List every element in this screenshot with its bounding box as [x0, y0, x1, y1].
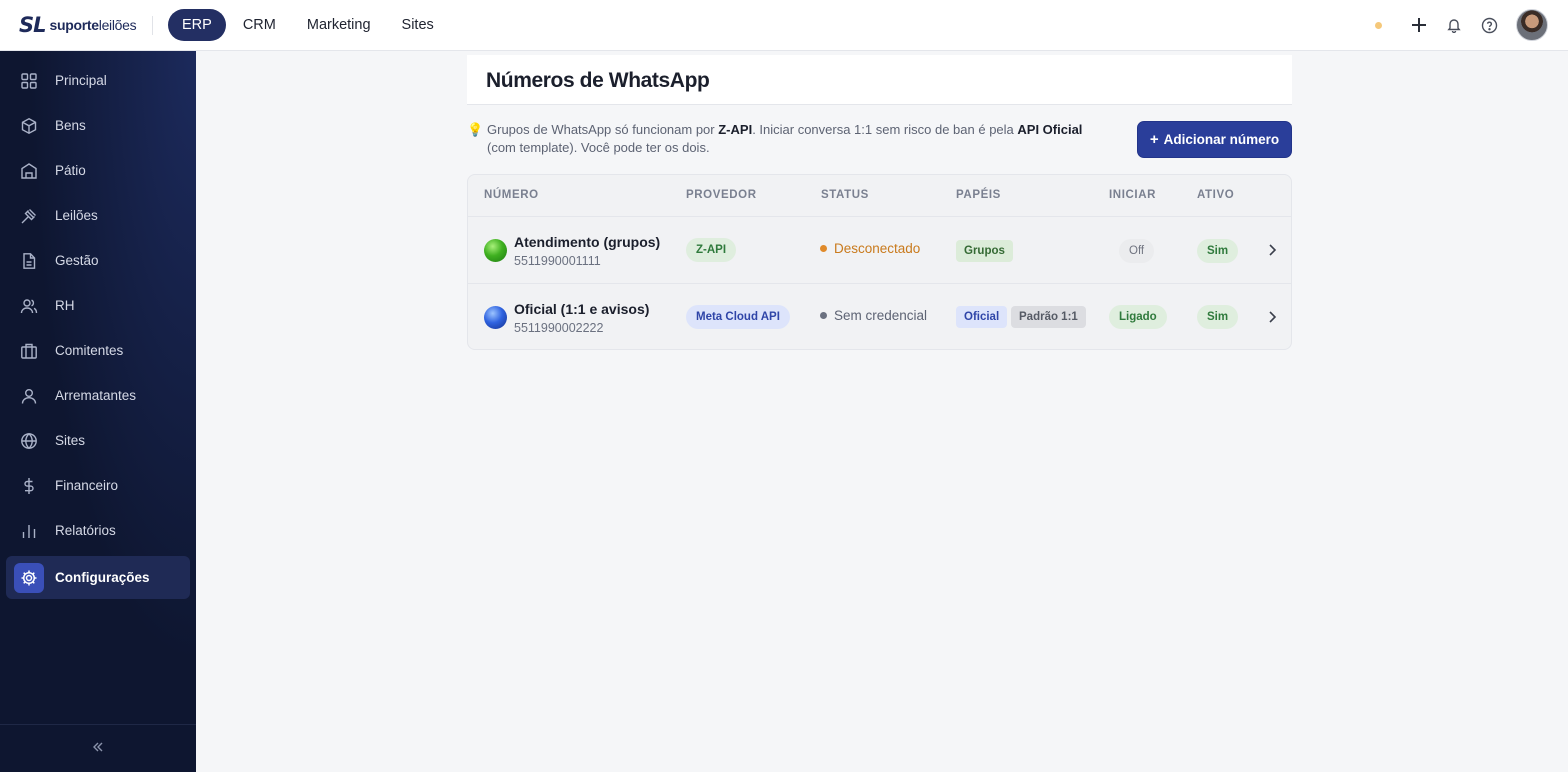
sidebar-item-label: Gestão	[55, 253, 99, 268]
col-header-ativo[interactable]: Ativo	[1197, 189, 1234, 201]
divider	[152, 16, 153, 35]
sidebar-item-principal[interactable]: Principal	[6, 59, 190, 102]
info-tip: 💡 Grupos de WhatsApp só funcionam por Z-…	[467, 121, 1087, 157]
sidebar-item-configuracoes[interactable]: Configurações	[6, 556, 190, 599]
topnav-crm[interactable]: CRM	[229, 9, 290, 41]
sidebar-item-label: Bens	[55, 118, 86, 133]
grid-icon	[19, 71, 39, 91]
status-text: Desconectado	[834, 241, 921, 256]
chevron-right-icon[interactable]	[1265, 309, 1279, 325]
collapse-sidebar-button[interactable]	[0, 724, 196, 772]
sidebar-item-label: Arrematantes	[55, 388, 137, 403]
sidebar-item-rh[interactable]: RH	[6, 284, 190, 327]
sidebar-item-comitentes[interactable]: Comitentes	[6, 329, 190, 372]
brand-mark: SL	[19, 13, 46, 37]
numbers-table: Número Provedor Status Papéis Iniciar At…	[467, 174, 1292, 350]
provider-badge: Z-API	[686, 238, 737, 262]
phone-number: 5511990001111	[514, 254, 601, 268]
table-row[interactable]: Atendimento (grupos) 5511990001111 Z-API…	[468, 216, 1291, 283]
sidebar-item-label: Configurações	[55, 570, 150, 585]
role-tag: Oficial	[956, 306, 1008, 328]
role-tag: Padrão 1:1	[1011, 306, 1086, 328]
lightbulb-icon: 💡	[467, 122, 484, 137]
brand-name: suporteleilões	[49, 17, 137, 33]
sidebar-item-label: Principal	[55, 73, 107, 88]
number-name: Oficial (1:1 e avisos)	[514, 301, 650, 317]
box-icon	[19, 116, 39, 136]
tip-text: Grupos de WhatsApp só funcionam por Z-AP…	[487, 122, 1083, 155]
sidebar-item-label: Pátio	[55, 163, 86, 178]
topnav-sites[interactable]: Sites	[388, 9, 448, 41]
sidebar: Principal Bens Pátio Leilões Gestão RH C…	[0, 51, 196, 772]
gear-icon	[14, 562, 44, 593]
sidebar-item-sites[interactable]: Sites	[6, 419, 190, 462]
sidebar-item-financeiro[interactable]: Financeiro	[6, 464, 190, 507]
role-tag: Grupos	[956, 240, 1013, 262]
warehouse-icon	[19, 161, 39, 181]
sidebar-item-patio[interactable]: Pátio	[6, 149, 190, 192]
col-header-iniciar[interactable]: Iniciar	[1109, 189, 1156, 201]
sidebar-item-gestao[interactable]: Gestão	[6, 239, 190, 282]
brand-logo[interactable]: SL suporteleilões	[19, 13, 137, 37]
sidebar-item-label: Comitentes	[55, 343, 124, 358]
double-chevron-left-icon	[92, 740, 104, 758]
plus-icon: +	[1149, 131, 1159, 148]
status-indicator: Sem credencial	[820, 308, 927, 323]
page-title: Números de WhatsApp	[486, 69, 710, 92]
plus-icon[interactable]	[1409, 15, 1429, 35]
briefcase-icon	[19, 341, 39, 361]
topnav-marketing[interactable]: Marketing	[293, 9, 385, 41]
phone-number: 5511990002222	[514, 321, 604, 335]
bell-icon[interactable]	[1444, 15, 1464, 35]
status-indicator: Desconectado	[820, 241, 920, 256]
status-dot	[1375, 21, 1382, 29]
status-dot	[820, 312, 827, 319]
sidebar-item-leiloes[interactable]: Leilões	[6, 194, 190, 237]
top-nav: ERP CRM Marketing Sites	[168, 9, 451, 41]
sidebar-item-bens[interactable]: Bens	[6, 104, 190, 147]
globe-icon	[19, 431, 39, 451]
provider-badge: Meta Cloud API	[686, 305, 790, 329]
iniciar-badge: Ligado	[1109, 305, 1167, 329]
add-number-label: Adicionar número	[1163, 132, 1280, 147]
dollar-icon	[19, 476, 39, 496]
topnav-erp[interactable]: ERP	[168, 9, 226, 41]
sidebar-item-relatorios[interactable]: Relatórios	[6, 509, 190, 552]
user-icon	[19, 386, 39, 406]
sidebar-item-arrematantes[interactable]: Arrematantes	[6, 374, 190, 417]
col-header-status[interactable]: Status	[821, 189, 869, 201]
status-text: Sem credencial	[834, 308, 928, 323]
table-row[interactable]: Oficial (1:1 e avisos) 5511990002222 Met…	[468, 283, 1291, 350]
status-dot	[820, 245, 827, 252]
sidebar-item-label: RH	[55, 298, 75, 313]
col-header-provedor[interactable]: Provedor	[686, 189, 757, 201]
document-icon	[19, 251, 39, 271]
sidebar-item-label: Sites	[55, 433, 86, 448]
iniciar-badge: Off	[1119, 239, 1155, 263]
blue-globe-icon	[484, 306, 507, 329]
add-number-button[interactable]: + Adicionar número	[1137, 121, 1292, 158]
bar-chart-icon	[19, 521, 39, 541]
users-icon	[19, 296, 39, 316]
ativo-badge: Sim	[1197, 305, 1239, 329]
gavel-icon	[19, 206, 39, 226]
col-header-numero[interactable]: Número	[484, 189, 539, 201]
avatar[interactable]	[1516, 9, 1548, 41]
sidebar-item-label: Financeiro	[55, 478, 119, 493]
ativo-badge: Sim	[1197, 239, 1239, 263]
help-icon[interactable]	[1479, 15, 1499, 35]
chevron-right-icon[interactable]	[1265, 242, 1279, 258]
page-header: Números de WhatsApp	[467, 55, 1292, 105]
top-bar: SL suporteleilões ERP CRM Marketing Site…	[0, 0, 1568, 51]
top-actions	[1375, 9, 1548, 41]
sidebar-item-label: Relatórios	[55, 523, 116, 538]
sidebar-item-label: Leilões	[55, 208, 98, 223]
col-header-papeis[interactable]: Papéis	[956, 189, 1001, 201]
green-globe-icon	[484, 239, 507, 262]
number-name: Atendimento (grupos)	[514, 234, 661, 250]
